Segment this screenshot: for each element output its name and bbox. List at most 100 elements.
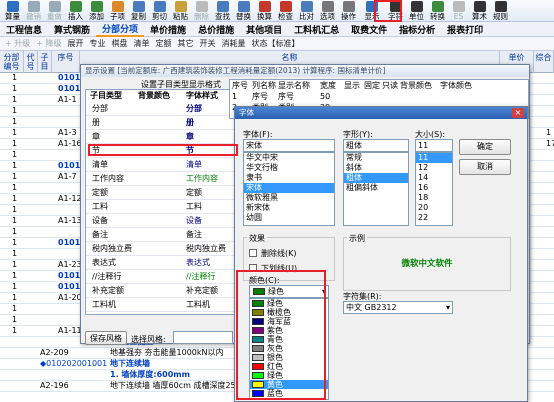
grid-header-cell[interactable]: 子 目 [38, 51, 52, 73]
column-table-cell[interactable]: 序号 [278, 92, 294, 102]
subbar-item-9[interactable]: 消耗量 [219, 38, 249, 49]
row-code: A1-16 [58, 139, 82, 148]
column-table-cell[interactable]: 1 [232, 92, 237, 102]
size-input[interactable]: 11 [415, 139, 453, 152]
type-row[interactable]: 章章 [86, 130, 234, 144]
tab-6[interactable]: 工料机汇总 [288, 23, 345, 36]
toolbar-operation-button[interactable]: 操作 [338, 0, 359, 22]
close-icon[interactable]: × [512, 108, 524, 118]
toolbar-find-button[interactable]: 查找 [212, 0, 233, 22]
type-row[interactable]: 工作内容 工作内容 [86, 172, 234, 186]
toolbar-insert-button[interactable]: 插入 [65, 0, 86, 22]
size-list-item[interactable]: 16 [416, 183, 452, 193]
type-row[interactable]: 工料 工料 [86, 200, 234, 214]
type-row[interactable]: 清单 清单 [86, 158, 234, 172]
font-list-item[interactable]: 新宋体 [244, 203, 334, 213]
subbar-item-2[interactable]: 展开 [65, 38, 87, 49]
font-list-item[interactable]: 华文行楷 [244, 163, 334, 173]
toolbar-options-button[interactable]: 选项 [317, 0, 338, 22]
toolbar-replace-button[interactable]: 替换 [233, 0, 254, 22]
select-style-combo[interactable] [173, 331, 233, 344]
tab-0[interactable]: 工程信息 [0, 23, 48, 36]
script-combo[interactable]: 中文 GB2312 ▾ [343, 301, 453, 314]
style-list-item[interactable]: 粗偏斜体 [344, 183, 408, 193]
style-list-item[interactable]: 常规 [344, 153, 408, 163]
tab-2[interactable]: 分部分项 [96, 22, 145, 37]
subbar-item-10[interactable]: 状态【标准】 [249, 38, 303, 49]
toolbar-calculator-button[interactable]: 算量 [2, 0, 23, 22]
size-list[interactable]: 11 12 14 16 18 20 22 [415, 152, 453, 226]
toolbar-cut-button[interactable]: 剪切 [149, 0, 170, 22]
size-list-item[interactable]: 11 [416, 153, 452, 163]
type-row[interactable]: 分部 分部 [86, 102, 234, 116]
type-row[interactable]: 定额 定额 [86, 186, 234, 200]
toolbar-paste-button[interactable]: 粘贴 [170, 0, 191, 22]
grid-header-cell[interactable]: 分部 编号 [0, 51, 24, 73]
size-list-item[interactable]: 18 [416, 193, 452, 203]
column-table-cell[interactable]: 50 [320, 92, 330, 102]
toolbar-redo-button[interactable]: 重做 [44, 0, 65, 22]
toolbar-unit-button[interactable]: 单位 [406, 0, 427, 22]
grid-header-cell[interactable]: 综合 [534, 51, 554, 73]
type-row[interactable]: 税内独立费 税内独立费 [86, 242, 234, 256]
size-list-item[interactable]: 14 [416, 173, 452, 183]
column-table-cell[interactable]: 序号 [252, 92, 268, 102]
font-input[interactable]: 宋体 [243, 139, 335, 152]
font-list-item[interactable]: 幼圆 [244, 213, 334, 223]
type-row[interactable]: 设备 设备 [86, 214, 234, 228]
size-list-item[interactable]: 20 [416, 203, 452, 213]
subbar-item-5[interactable]: 清单 [131, 38, 153, 49]
style-input[interactable]: 粗体 [343, 139, 409, 152]
subbar-item-8[interactable]: 开关 [197, 38, 219, 49]
grid-header-cell[interactable]: 代 号 [24, 51, 38, 73]
style-list-item[interactable]: 斜体 [344, 163, 408, 173]
type-row[interactable]: 补充定额 补充定额 [86, 284, 234, 298]
toolbar-button-label: 规则 [493, 12, 508, 21]
tab-9[interactable]: 报表打印 [441, 23, 489, 36]
save-style-button[interactable]: 保存风格 [85, 331, 127, 345]
size-list-item[interactable]: 22 [416, 213, 452, 223]
toolbar-check-button[interactable]: 检查 [275, 0, 296, 22]
toolbar-subitem-button[interactable]: 子项 [107, 0, 128, 22]
toolbar-undo-button[interactable]: 撤销 [23, 0, 44, 22]
toolbar-copy-button[interactable]: 复制 [128, 0, 149, 22]
font-list-item[interactable]: 华文中宋 [244, 153, 334, 163]
tab-3[interactable]: 单价措施 [144, 23, 192, 36]
type-row[interactable]: //注释行 //注释行 [86, 270, 234, 284]
type-row[interactable]: 工料机 工料机 [86, 298, 234, 312]
toolbar-compare-button[interactable]: 比对 [296, 0, 317, 22]
toolbar-transform-button[interactable]: 转换 [427, 0, 448, 22]
tab-1[interactable]: 算式钢筋 [48, 23, 96, 36]
toolbar-convert-button[interactable]: 换算 [254, 0, 275, 22]
type-row[interactable]: 备注 备注 [86, 228, 234, 242]
strikeout-checkbox[interactable] [249, 249, 257, 257]
tab-4[interactable]: 总价措施 [192, 23, 240, 36]
font-list-item[interactable]: 隶书 [244, 173, 334, 183]
font-list[interactable]: 华文中宋 华文行楷 隶书 宋体 微软雅黑 新宋体 幼圆 [243, 152, 335, 226]
toolbar-add-button[interactable]: 添加 [86, 0, 107, 22]
font-list-item[interactable]: 宋体 [244, 183, 334, 193]
font-list-item[interactable]: 微软雅黑 [244, 193, 334, 203]
tab-7[interactable]: 取费文件 [345, 23, 393, 36]
type-row[interactable]: 册册 [86, 116, 234, 130]
type-row[interactable]: 表达式 表达式 [86, 256, 234, 270]
cancel-button[interactable]: 取消 [459, 159, 511, 175]
subbar-item-1[interactable]: + 降级 [33, 38, 64, 49]
tab-8[interactable]: 指标分析 [393, 23, 441, 36]
toolbar-arithmetic-button[interactable]: 算术 [469, 0, 490, 22]
subbar-item-7[interactable]: 其它 [175, 38, 197, 49]
toolbar-es-button[interactable]: ES [448, 0, 469, 22]
toolbar-delete-button[interactable]: 删除 [191, 0, 212, 22]
size-list-item[interactable]: 12 [416, 163, 452, 173]
subbar-item-6[interactable]: 定额 [153, 38, 175, 49]
grid-header-cell[interactable]: 序号 [52, 51, 80, 73]
tab-5[interactable]: 其他项目 [240, 23, 288, 36]
subbar-item-3[interactable]: 专业 [87, 38, 109, 49]
toolbar-button-label: 剪切 [152, 12, 167, 21]
style-list-item[interactable]: 粗体 [344, 173, 408, 183]
subbar-item-4[interactable]: 棋盘 [109, 38, 131, 49]
toolbar-rules-button[interactable]: 规则 [490, 0, 511, 22]
subbar-item-0[interactable]: + 升级 [2, 38, 33, 49]
style-list[interactable]: 常规 斜体 粗体 粗偏斜体 [343, 152, 409, 226]
ok-button[interactable]: 确定 [459, 139, 511, 155]
